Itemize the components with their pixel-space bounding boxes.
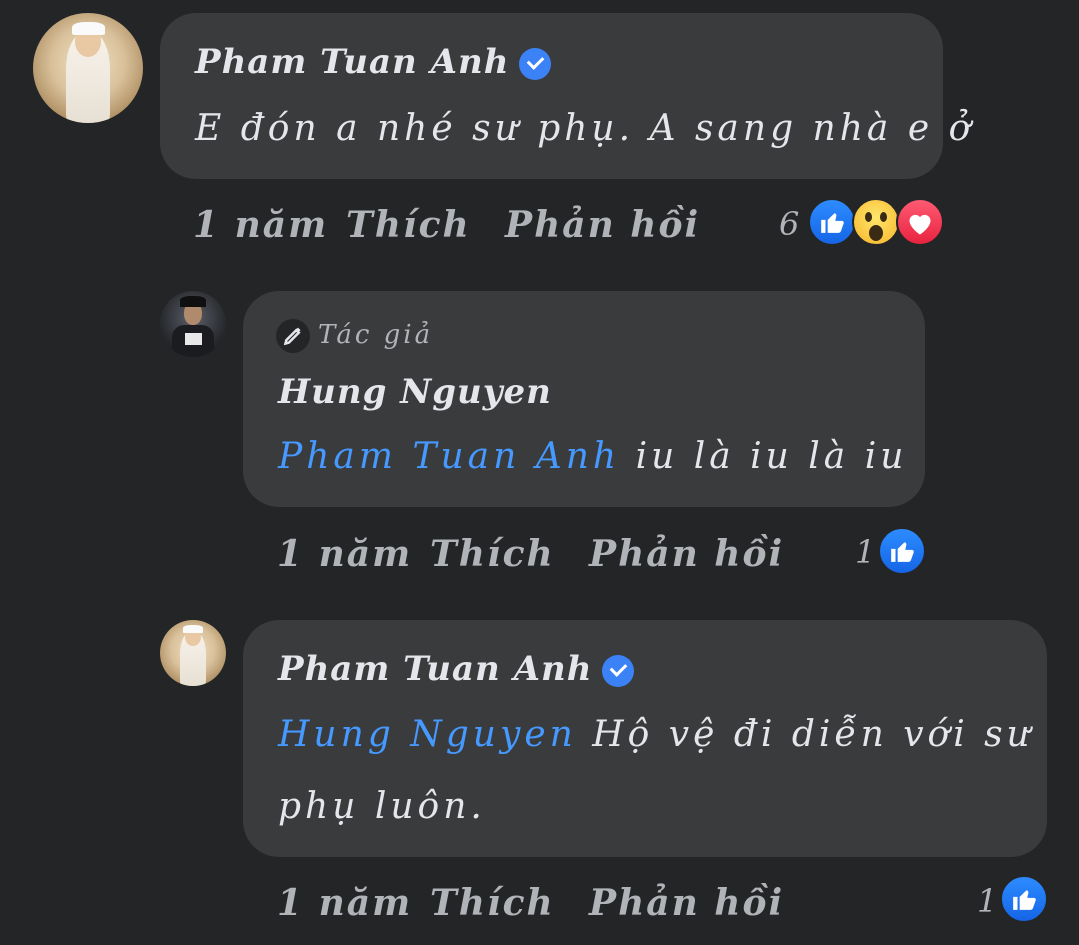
like-icon[interactable] (808, 198, 856, 246)
comment-body: Hộ vệ đi diễn với sư (592, 714, 1034, 755)
wow-icon[interactable] (852, 198, 900, 246)
avatar[interactable] (33, 13, 143, 123)
author-badge: Tác giả (318, 320, 434, 350)
reply-button[interactable]: Phản hồi (589, 882, 784, 924)
reaction-count[interactable]: 6 (779, 205, 799, 243)
comment-time[interactable]: 1 năm (277, 882, 412, 924)
comment-time[interactable]: 1 năm (193, 204, 328, 246)
like-icon[interactable] (878, 527, 926, 575)
avatar[interactable] (160, 291, 226, 357)
author-name[interactable]: Hung Nguyen (278, 372, 552, 412)
author-name[interactable]: Pham Tuan Anh (278, 649, 592, 689)
like-icon[interactable] (1000, 875, 1048, 923)
comment-bubble (160, 13, 943, 179)
comment-text: Pham Tuan Anh iu là iu là iu (278, 436, 907, 477)
comment-author[interactable]: Pham Tuan Anh (195, 42, 552, 82)
like-button[interactable]: Thích (346, 204, 471, 246)
comment-text: Hung Nguyen Hộ vệ đi diễn với sư (278, 714, 1034, 755)
reply-button[interactable]: Phản hồi (589, 533, 784, 575)
author-name[interactable]: Pham Tuan Anh (195, 42, 509, 82)
comment-author[interactable]: Pham Tuan Anh (278, 649, 635, 689)
comment-text-line2: phụ luôn. (278, 786, 486, 827)
mention-link[interactable]: Hung Nguyen (278, 714, 577, 755)
reaction-count[interactable]: 1 (977, 882, 997, 920)
comment-body: iu là iu là iu (635, 436, 908, 477)
verified-badge-icon (602, 655, 635, 687)
like-button[interactable]: Thích (430, 882, 555, 924)
reaction-count[interactable]: 1 (855, 533, 875, 571)
reply-button[interactable]: Phản hồi (505, 204, 700, 246)
verified-badge-icon (519, 48, 552, 80)
like-button[interactable]: Thích (430, 533, 555, 575)
author-badge-icon (276, 319, 310, 353)
avatar[interactable] (160, 620, 226, 686)
mention-link[interactable]: Pham Tuan Anh (278, 436, 620, 477)
love-icon[interactable] (896, 198, 944, 246)
comment-time[interactable]: 1 năm (277, 533, 412, 575)
comment-text: E đón a nhé sư phụ. A sang nhà e ở (195, 108, 975, 149)
